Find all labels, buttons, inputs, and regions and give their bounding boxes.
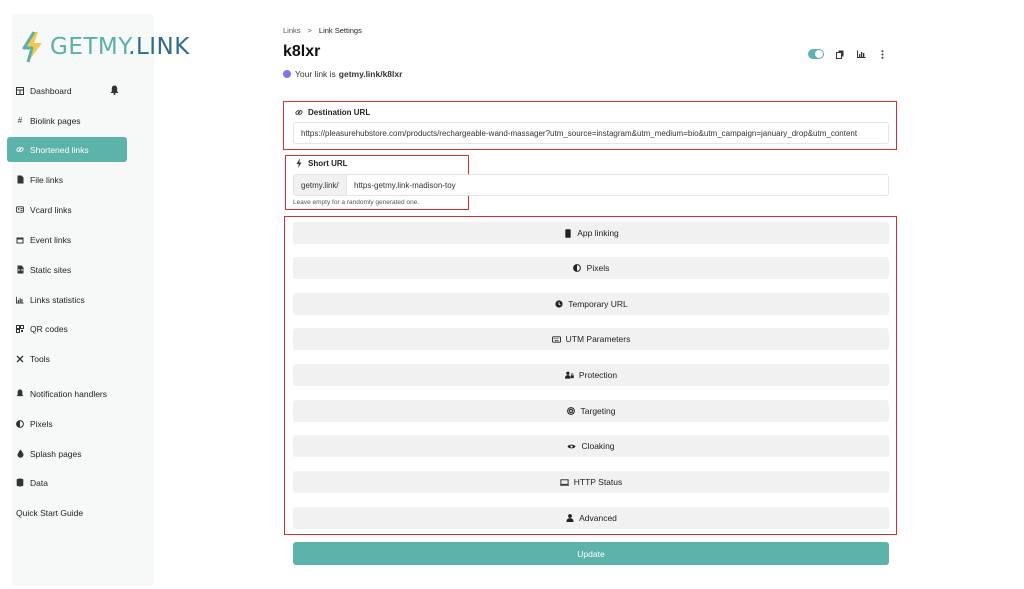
table-icon <box>16 86 24 95</box>
adjust-icon <box>573 264 582 273</box>
sidebar-item-shortened-links[interactable]: Shortened links <box>7 137 127 162</box>
breadcrumb: Links > Link Settings <box>283 26 362 35</box>
copy-icon[interactable] <box>835 49 845 59</box>
section-advanced[interactable]: Advanced <box>293 507 889 529</box>
sidebar-item-links-statistics[interactable]: Links statistics <box>7 287 127 312</box>
lightning-logo-icon <box>22 31 42 63</box>
section-temporary-url[interactable]: Temporary URL <box>293 293 889 315</box>
brand-logo[interactable]: GETMY.LINK <box>20 30 190 64</box>
your-link-prefix: Your link is <box>295 69 336 79</box>
calendar-icon <box>16 236 24 244</box>
sidebar-item-label: Dashboard <box>30 85 72 96</box>
sidebar-item-biolink-pages[interactable]: # Biolink pages <box>7 108 127 133</box>
file-icon <box>16 175 24 184</box>
keyboard-icon <box>551 335 561 344</box>
sidebar-item-label: Tools <box>30 353 50 364</box>
sidebar-item-vcard-links[interactable]: Vcard links <box>7 197 127 222</box>
sidebar-item-qr-codes[interactable]: QR codes <box>7 316 127 341</box>
link-icon <box>295 109 303 117</box>
section-cloaking[interactable]: Cloaking <box>293 435 889 457</box>
server-icon <box>559 478 569 487</box>
sidebar-item-notification-handlers[interactable]: Notification handlers <box>7 381 127 406</box>
link-actions <box>808 49 887 59</box>
sidebar-item-label: Notification handlers <box>30 388 108 399</box>
sidebar-item-tools[interactable]: Tools <box>7 346 127 371</box>
sidebar-item-label: Static sites <box>30 264 72 275</box>
more-options-icon[interactable] <box>877 49 887 59</box>
sidebar-item-pixels[interactable]: Pixels <box>7 411 127 436</box>
page-title: k8lxr <box>283 43 321 60</box>
sidebar-item-splash-pages[interactable]: Splash pages <box>7 441 127 466</box>
adjust-icon <box>16 419 24 428</box>
file-code-icon <box>16 265 24 274</box>
user-lock-icon <box>564 371 574 380</box>
vcard-icon <box>16 206 24 214</box>
sidebar-item-label: Biolink pages <box>30 115 81 126</box>
section-http-status[interactable]: HTTP Status <box>293 471 889 493</box>
your-link-line: Your link is getmy.link/k8lxr <box>283 69 402 79</box>
clock-icon <box>554 300 563 309</box>
short-url-prefix: getmy.link/ <box>293 174 347 196</box>
tools-icon <box>16 355 24 363</box>
bell-icon[interactable] <box>110 85 119 95</box>
destination-url-input[interactable]: https://pleasurehubstore.com/products/re… <box>293 122 889 144</box>
database-icon <box>16 478 24 487</box>
section-app-linking[interactable]: App linking <box>293 222 889 244</box>
update-button[interactable]: Update <box>293 542 889 565</box>
logo-text: GETMY.LINK <box>50 34 190 60</box>
bell-icon <box>16 389 24 398</box>
sidebar-item-label: Pixels <box>30 418 53 429</box>
status-dot <box>283 70 291 78</box>
quick-start-guide-link[interactable]: Quick Start Guide <box>16 508 83 518</box>
sidebar-item-label: Event links <box>30 234 72 245</box>
sidebar-item-static-sites[interactable]: Static sites <box>7 257 127 282</box>
breadcrumb-current: Link Settings <box>318 26 362 35</box>
section-pixels[interactable]: Pixels <box>293 257 889 279</box>
sidebar-item-event-links[interactable]: Event links <box>7 227 127 252</box>
short-url-hint: Leave empty for a randomly generated one… <box>293 199 420 206</box>
crosshair-icon <box>567 407 576 416</box>
statistics-icon[interactable] <box>856 49 866 59</box>
sidebar-item-label: Shortened links <box>30 144 89 155</box>
section-utm-parameters[interactable]: UTM Parameters <box>293 328 889 350</box>
sidebar-item-label: Links statistics <box>30 294 85 305</box>
sidebar-item-label: File links <box>30 174 64 185</box>
sidebar-item-file-links[interactable]: File links <box>7 167 127 192</box>
breadcrumb-links[interactable]: Links <box>283 26 301 35</box>
bar-chart-icon <box>16 296 24 304</box>
sidebar-item-data[interactable]: Data <box>7 470 127 495</box>
sidebar-item-dashboard[interactable]: Dashboard <box>7 78 127 103</box>
droplet-icon <box>16 449 24 458</box>
mobile-icon <box>563 228 572 238</box>
breadcrumb-separator: > <box>307 26 312 35</box>
sidebar-item-label: Splash pages <box>30 448 82 459</box>
link-icon <box>16 146 24 154</box>
hash-icon: # <box>17 116 23 125</box>
sidebar-item-label: QR codes <box>30 323 68 334</box>
short-url-label: Short URL <box>295 159 348 168</box>
your-link-value[interactable]: getmy.link/k8lxr <box>339 69 403 79</box>
bolt-icon <box>295 159 303 168</box>
sidebar-item-label: Vcard links <box>30 204 72 215</box>
sidebar-item-label: Data <box>30 477 48 488</box>
section-targeting[interactable]: Targeting <box>293 400 889 422</box>
section-protection[interactable]: Protection <box>293 364 889 386</box>
destination-url-label: Destination URL <box>295 108 370 117</box>
short-url-input[interactable]: https-getmy.link-madison-toy <box>346 174 889 196</box>
eye-icon <box>567 442 577 451</box>
qrcode-icon <box>16 324 24 333</box>
link-enabled-toggle[interactable] <box>808 49 824 59</box>
user-cog-icon <box>565 514 574 523</box>
